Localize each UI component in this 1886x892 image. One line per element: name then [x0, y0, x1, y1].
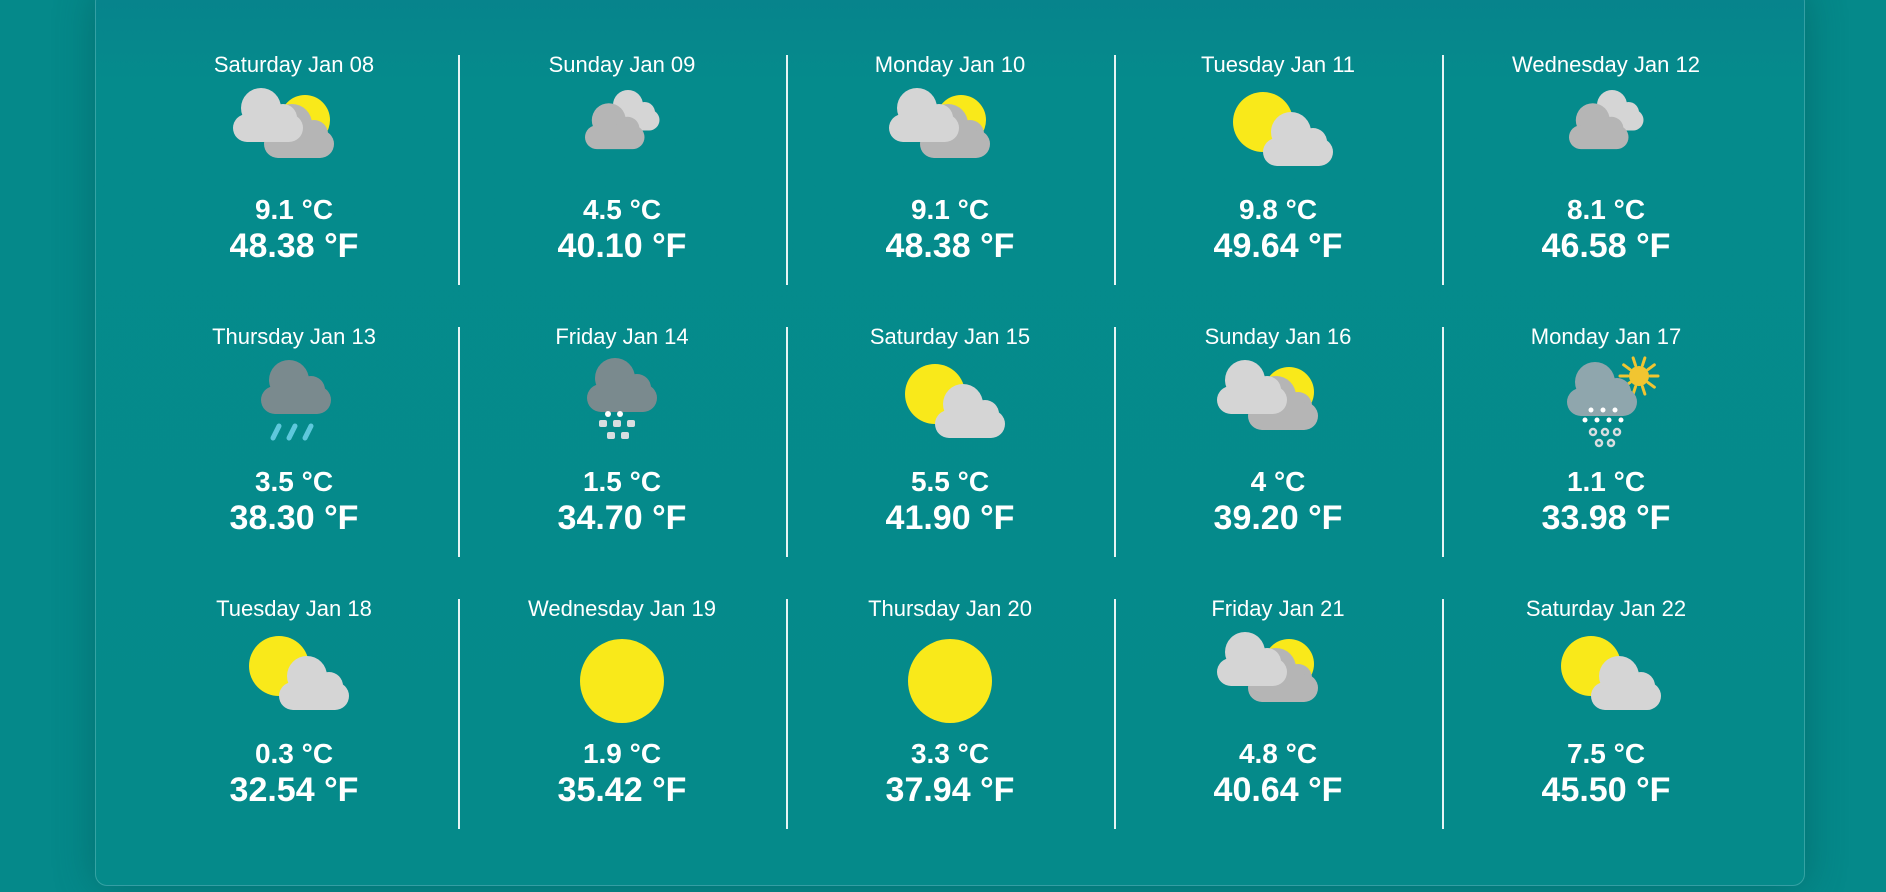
- temp-celsius: 4.5 °C: [582, 194, 662, 225]
- temp-fahrenheit: 34.70 °F: [557, 499, 687, 537]
- day-date: Saturday Jan 08: [213, 52, 375, 77]
- partly-cloudy-sun-behind-icon: [875, 82, 1025, 192]
- temp-celsius: 3.5 °C: [254, 466, 334, 497]
- temp-fahrenheit: 37.94 °F: [885, 771, 1015, 809]
- day-card: Friday Jan 21 4.8 °C 40.64 °F: [1114, 584, 1442, 856]
- day-card: Wednesday Jan 12 8.1 °C 46.58 °F: [1442, 40, 1770, 312]
- temp-fahrenheit: 48.38 °F: [885, 227, 1015, 265]
- temp-fahrenheit: 33.98 °F: [1541, 499, 1671, 537]
- temp-celsius: 0.3 °C: [254, 738, 334, 769]
- temp-celsius: 1.5 °C: [582, 466, 662, 497]
- temp-fahrenheit: 45.50 °F: [1541, 771, 1671, 809]
- temp-fahrenheit: 35.42 °F: [557, 771, 687, 809]
- day-date: Sunday Jan 09: [548, 52, 696, 77]
- day-card: Wednesday Jan 19 1.9 °C 35.42 °F: [458, 584, 786, 856]
- temp-fahrenheit: 49.64 °F: [1213, 227, 1343, 265]
- overcast-clouds-icon: [1531, 82, 1681, 192]
- temp-fahrenheit: 39.20 °F: [1213, 499, 1343, 537]
- rain-cloud-icon: [219, 354, 369, 464]
- temp-celsius: 7.5 °C: [1566, 738, 1646, 769]
- temp-fahrenheit: 40.64 °F: [1213, 771, 1343, 809]
- temp-fahrenheit: 40.10 °F: [557, 227, 687, 265]
- temp-celsius: 4.8 °C: [1238, 738, 1318, 769]
- day-card: Thursday Jan 20 3.3 °C 37.94 °F: [786, 584, 1114, 856]
- forecast-grid: Saturday Jan 08 9.1 °C 48.38 °F Sunday J…: [130, 40, 1770, 872]
- sleet-cloud-icon: [547, 354, 697, 464]
- temp-fahrenheit: 48.38 °F: [229, 227, 359, 265]
- snow-showers-sun-icon: [1531, 354, 1681, 464]
- day-date: Monday Jan 17: [1530, 324, 1682, 349]
- day-card: Saturday Jan 22 7.5 °C 45.50 °F: [1442, 584, 1770, 856]
- temp-celsius: 8.1 °C: [1566, 194, 1646, 225]
- day-card: Sunday Jan 09 4.5 °C 40.10 °F: [458, 40, 786, 312]
- sun-with-cloud-icon: [219, 626, 369, 736]
- day-date: Saturday Jan 22: [1525, 596, 1687, 621]
- clear-sun-icon: [875, 626, 1025, 736]
- day-card: Saturday Jan 15 5.5 °C 41.90 °F: [786, 312, 1114, 584]
- temp-celsius: 9.8 °C: [1238, 194, 1318, 225]
- clear-sun-icon: [547, 626, 697, 736]
- day-card: Sunday Jan 16 4 °C 39.20 °F: [1114, 312, 1442, 584]
- temp-celsius: 9.1 °C: [254, 194, 334, 225]
- day-date: Friday Jan 14: [555, 324, 689, 349]
- temp-celsius: 5.5 °C: [910, 466, 990, 497]
- partly-cloudy-sun-behind-icon: [1203, 626, 1353, 736]
- temp-celsius: 4 °C: [1250, 466, 1306, 497]
- temp-fahrenheit: 41.90 °F: [885, 499, 1015, 537]
- day-card: Friday Jan 14 1.5 °C 34.70 °F: [458, 312, 786, 584]
- sun-with-cloud-icon: [875, 354, 1025, 464]
- day-card: Saturday Jan 08 9.1 °C 48.38 °F: [130, 40, 458, 312]
- temp-celsius: 1.1 °C: [1566, 466, 1646, 497]
- day-date: Sunday Jan 16: [1204, 324, 1352, 349]
- overcast-clouds-icon: [547, 82, 697, 192]
- day-card: Tuesday Jan 18 0.3 °C 32.54 °F: [130, 584, 458, 856]
- temp-celsius: 1.9 °C: [582, 738, 662, 769]
- day-date: Tuesday Jan 11: [1200, 52, 1356, 77]
- temp-fahrenheit: 32.54 °F: [229, 771, 359, 809]
- day-date: Friday Jan 21: [1211, 596, 1345, 621]
- day-date: Wednesday Jan 12: [1512, 52, 1700, 77]
- day-date: Monday Jan 10: [874, 52, 1026, 77]
- day-card: Monday Jan 17 1.1 °C 33.98 °F: [1442, 312, 1770, 584]
- partly-cloudy-sun-behind-icon: [219, 82, 369, 192]
- day-date: Tuesday Jan 18: [216, 596, 372, 621]
- day-date: Thursday Jan 13: [212, 324, 376, 349]
- day-card: Monday Jan 10 9.1 °C 48.38 °F: [786, 40, 1114, 312]
- temp-celsius: 9.1 °C: [910, 194, 990, 225]
- temp-celsius: 3.3 °C: [910, 738, 990, 769]
- partly-cloudy-sun-behind-icon: [1203, 354, 1353, 464]
- sun-with-cloud-icon: [1203, 82, 1353, 192]
- day-card: Tuesday Jan 11 9.8 °C 49.64 °F: [1114, 40, 1442, 312]
- day-date: Wednesday Jan 19: [528, 596, 716, 621]
- day-date: Saturday Jan 15: [869, 324, 1031, 349]
- temp-fahrenheit: 38.30 °F: [229, 499, 359, 537]
- day-date: Thursday Jan 20: [868, 596, 1032, 621]
- sun-with-cloud-icon: [1531, 626, 1681, 736]
- temp-fahrenheit: 46.58 °F: [1541, 227, 1671, 265]
- day-card: Thursday Jan 13 3.5 °C 38.30 °F: [130, 312, 458, 584]
